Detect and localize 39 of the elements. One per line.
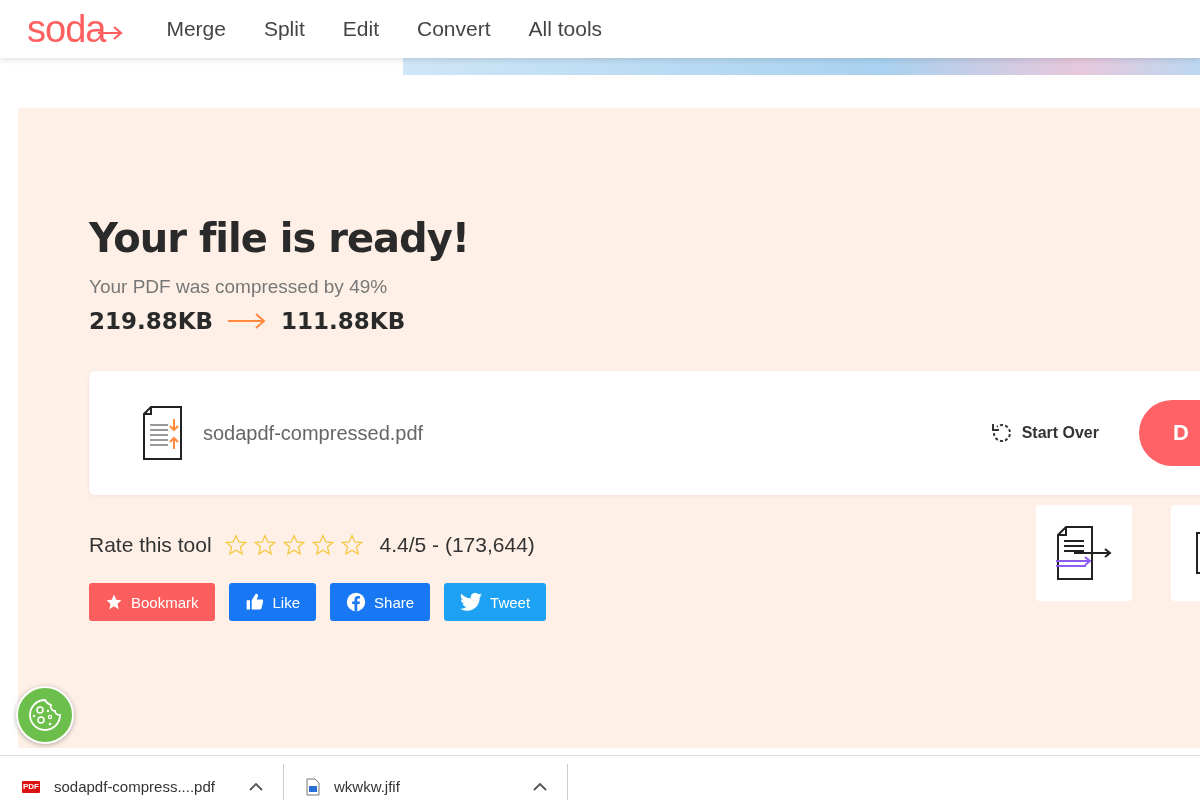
star-icon[interactable] [281,533,306,557]
cookie-icon [27,697,63,733]
star-icon [105,593,123,611]
caret-icon[interactable] [533,782,547,791]
original-size: 219.88KB [89,308,214,334]
star-icon[interactable] [223,533,248,557]
restart-icon [989,421,1014,445]
compressed-document-icon [141,405,185,461]
thumbs-up-icon [244,592,265,612]
nav-link[interactable]: Split [244,17,324,41]
star-icon[interactable] [339,533,364,557]
compression-summary: Your PDF was compressed by 49% [89,276,389,298]
nav-link[interactable]: Merge [147,17,245,41]
compressed-size: 111.88KB [281,308,406,334]
document-convert-icon [1054,525,1114,581]
facebook-icon [346,592,367,612]
tool-card[interactable] [1036,505,1132,601]
start-over-button[interactable]: Start Over [989,421,1099,445]
image-file-icon [306,777,320,796]
caret-icon[interactable] [249,782,263,791]
nav-link[interactable]: Convert [398,17,510,41]
share-button[interactable]: Share [330,583,431,621]
rating-label: Rate this tool [89,533,212,557]
star-rating[interactable] [223,533,364,557]
star-icon[interactable] [310,533,335,557]
bird-icon [460,592,483,612]
nav-link[interactable]: Edit [323,17,398,41]
download-file-name: wkwkw.jfif [334,778,400,795]
result-title: Your file is ready! [89,214,471,262]
download-file-name: sodapdf-compress....pdf [54,778,215,795]
like-button[interactable]: Like [228,583,317,621]
pdf-file-icon: PDF [22,780,40,793]
download-item[interactable]: PDF sodapdf-compress....pdf [0,764,284,800]
download-item[interactable]: wkwkw.jfif [284,764,568,800]
rating-score: 4.4/5 - (173,644) [379,533,535,557]
star-icon[interactable] [252,533,277,557]
nav-link[interactable]: All tools [509,17,622,41]
arrow-icon [227,312,268,330]
file-name: sodapdf-compressed.pdf [203,421,424,445]
